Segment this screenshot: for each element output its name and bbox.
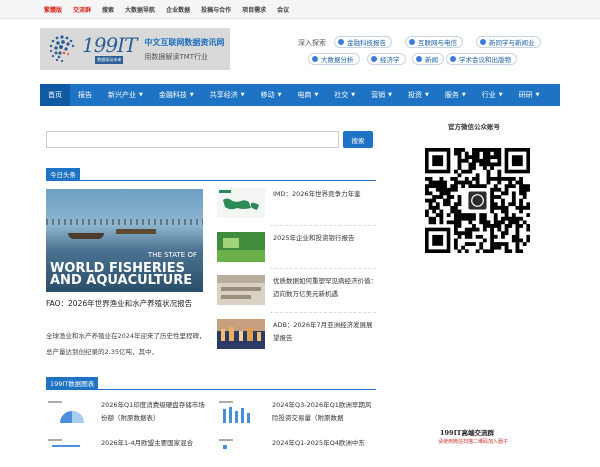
nav-item[interactable]: 报告 (70, 84, 100, 106)
section-heading-charts: 199IT数据图表 (46, 377, 99, 389)
nav-item[interactable]: 金融科技 ▼ (151, 84, 202, 106)
main-nav: 首页 报告 新兴产业 ▼ 金融科技 ▼ 共享经济 ▼ 移动 ▼ 电商 ▼ 社交 ▼ 营销 ▼ 投资 ▼ 服务 ▼ 行业 ▼… (40, 84, 560, 106)
tag-internet-telecom[interactable]: 互联网与电信 (405, 36, 463, 48)
top-link[interactable]: 投稿与合作 (201, 5, 231, 14)
nav-item[interactable]: 服务 ▼ (437, 84, 474, 106)
deep-explore-label: 深入探索 (298, 39, 326, 47)
tag-academic[interactable]: 学术会议和出版物 (446, 53, 517, 65)
tag-news[interactable]: 新闻 (412, 53, 444, 65)
chart-list-item[interactable]: 2024年Q1-2025年Q4欧洲中东 (217, 437, 377, 467)
top-link[interactable]: 企业数据 (166, 5, 190, 14)
chart-title: 2026年1-4月欧盟主要国家混合 (101, 439, 194, 447)
tag-dot-icon (480, 39, 486, 45)
tag-dot-icon (416, 56, 422, 62)
top-link[interactable]: 项目需求 (242, 5, 266, 14)
site-logo[interactable]: 199IT 数据驱动未来 中文互联网数据资讯网 用数据解读TMT行业 (40, 28, 230, 70)
tag-dot-icon (312, 56, 318, 62)
site-slogan-primary: 中文互联网数据资讯网 (144, 37, 225, 47)
tag-fintech-report[interactable]: 金融科技报告 (334, 36, 392, 48)
chevron-down-icon: ▼ (498, 92, 503, 98)
chevron-down-icon: ▼ (139, 92, 143, 98)
tag-journalism[interactable]: 新同学与新闻业 (476, 36, 541, 48)
news-title: IMD：2026年世界竞争力年鉴 (273, 190, 361, 198)
chart-title: 2024年Q1-2025年Q4欧洲中东 (272, 439, 365, 447)
search-button[interactable]: 搜索 (343, 131, 373, 148)
chart-thumbnail (217, 399, 257, 425)
chevron-down-icon: ▼ (351, 92, 356, 98)
nav-item[interactable]: 新兴产业 ▼ (100, 84, 151, 106)
chart-title: 2024年Q3-2026年Q1欧洲早期风险投资交易量（附原数据 (272, 401, 372, 422)
news-item[interactable]: ADB：2026年7月亚洲经济发展展望报告 (217, 319, 377, 353)
wechat-account-title: 官方微信公众账号 (448, 123, 500, 131)
group-title: 199IT高端交流群 (440, 429, 494, 437)
nav-item[interactable]: 研研 ▼ (511, 84, 548, 106)
news-thumbnail (217, 275, 265, 305)
top-link-bar: 繁體版 交流群 搜索 大数据导航 企业数据 投稿与合作 项目需求 会议 (0, 0, 600, 19)
group-subtitle: 请使用微信扫描二维码加入圈子 (438, 439, 509, 445)
tag-dot-icon (409, 39, 415, 45)
nav-item[interactable]: 首页 (40, 84, 70, 106)
image-caption-large: WORLD FISHERIES AND AQUACULTURE (50, 261, 193, 288)
chevron-down-icon: ▼ (189, 92, 194, 98)
logo-tagline: 数据驱动未来 (95, 55, 124, 64)
chevron-down-icon: ▼ (277, 92, 282, 98)
nav-item[interactable]: 共享经济 ▼ (202, 84, 253, 106)
nav-item[interactable]: 营销 ▼ (363, 84, 400, 106)
chevron-down-icon: ▼ (425, 92, 429, 98)
tag-dot-icon (338, 39, 344, 45)
top-link[interactable]: 繁體版 (44, 5, 62, 14)
chevron-down-icon: ▼ (388, 92, 393, 98)
logo-wordmark: 199IT (82, 32, 137, 57)
section-heading-today: 今日头条 (46, 168, 80, 180)
tag-big-data[interactable]: 大数据分析 (308, 53, 360, 65)
tag-economics[interactable]: 经济学 (367, 53, 406, 65)
news-thumbnail (217, 232, 265, 262)
news-item[interactable]: IMD：2026年世界竞争力年鉴 (217, 188, 377, 222)
news-item[interactable]: 优质数据如何重塑罕见病经济价值：迈向数万亿美元新机遇 (217, 275, 377, 309)
news-item[interactable]: 2025年企业和投资银行报告 (217, 232, 377, 266)
tag-dot-icon (371, 56, 377, 62)
wechat-qr-code (425, 148, 530, 253)
chart-list-item[interactable]: 2026年Q1印度消费级硬盘存储市场份额（附原数据表） (46, 399, 206, 429)
chart-list-item[interactable]: 2026年1-4月欧盟主要国家混合 (46, 437, 206, 467)
nav-item[interactable]: 电商 ▼ (289, 84, 326, 106)
section-divider (46, 180, 376, 181)
chevron-down-icon: ▼ (314, 92, 319, 98)
nav-item[interactable]: 移动 ▼ (253, 84, 290, 106)
news-thumbnail (217, 319, 265, 349)
nav-item[interactable]: 行业 ▼ (474, 84, 511, 106)
top-link[interactable]: 搜索 (102, 5, 114, 14)
chevron-down-icon: ▼ (240, 92, 245, 98)
headline-description: 全球渔业和水产养殖业在2024年迎来了历史性里程碑，总产量达到创纪录的2.35亿… (46, 332, 206, 356)
section-divider (46, 389, 376, 390)
site-slogan-secondary: 用数据解读TMT行业 (144, 52, 209, 61)
chart-thumbnail (46, 437, 86, 463)
news-thumbnail (217, 188, 265, 218)
headline-image[interactable]: THE STATE OF WORLD FISHERIES AND AQUACUL… (46, 189, 203, 292)
news-title: 优质数据如何重塑罕见病经济价值：迈向数万亿美元新机遇 (273, 277, 377, 298)
chevron-down-icon: ▼ (461, 92, 466, 98)
top-link[interactable]: 交流群 (73, 5, 91, 14)
chart-thumbnail (217, 437, 257, 463)
news-title: 2025年企业和投资银行报告 (273, 234, 355, 242)
chart-thumbnail (46, 399, 86, 425)
nav-item[interactable]: 社交 ▼ (326, 84, 363, 106)
top-link[interactable]: 大数据导航 (125, 5, 155, 14)
image-caption-small: THE STATE OF (147, 251, 197, 259)
top-link[interactable]: 会议 (277, 5, 289, 14)
headline-title[interactable]: FAO：2026年世界渔业和水产养殖状况报告 (46, 298, 206, 309)
news-title: ADB：2026年7月亚洲经济发展展望报告 (273, 321, 373, 342)
chevron-down-icon: ▼ (535, 92, 540, 98)
nav-item[interactable]: 投资 ▼ (400, 84, 437, 106)
globe-logo-icon (49, 35, 75, 63)
chart-title: 2026年Q1印度消费级硬盘存储市场份额（附原数据表） (101, 401, 205, 422)
tag-dot-icon (450, 56, 456, 62)
chart-list-item[interactable]: 2024年Q3-2026年Q1欧洲早期风险投资交易量（附原数据 (217, 399, 377, 429)
search-input[interactable] (46, 131, 339, 148)
